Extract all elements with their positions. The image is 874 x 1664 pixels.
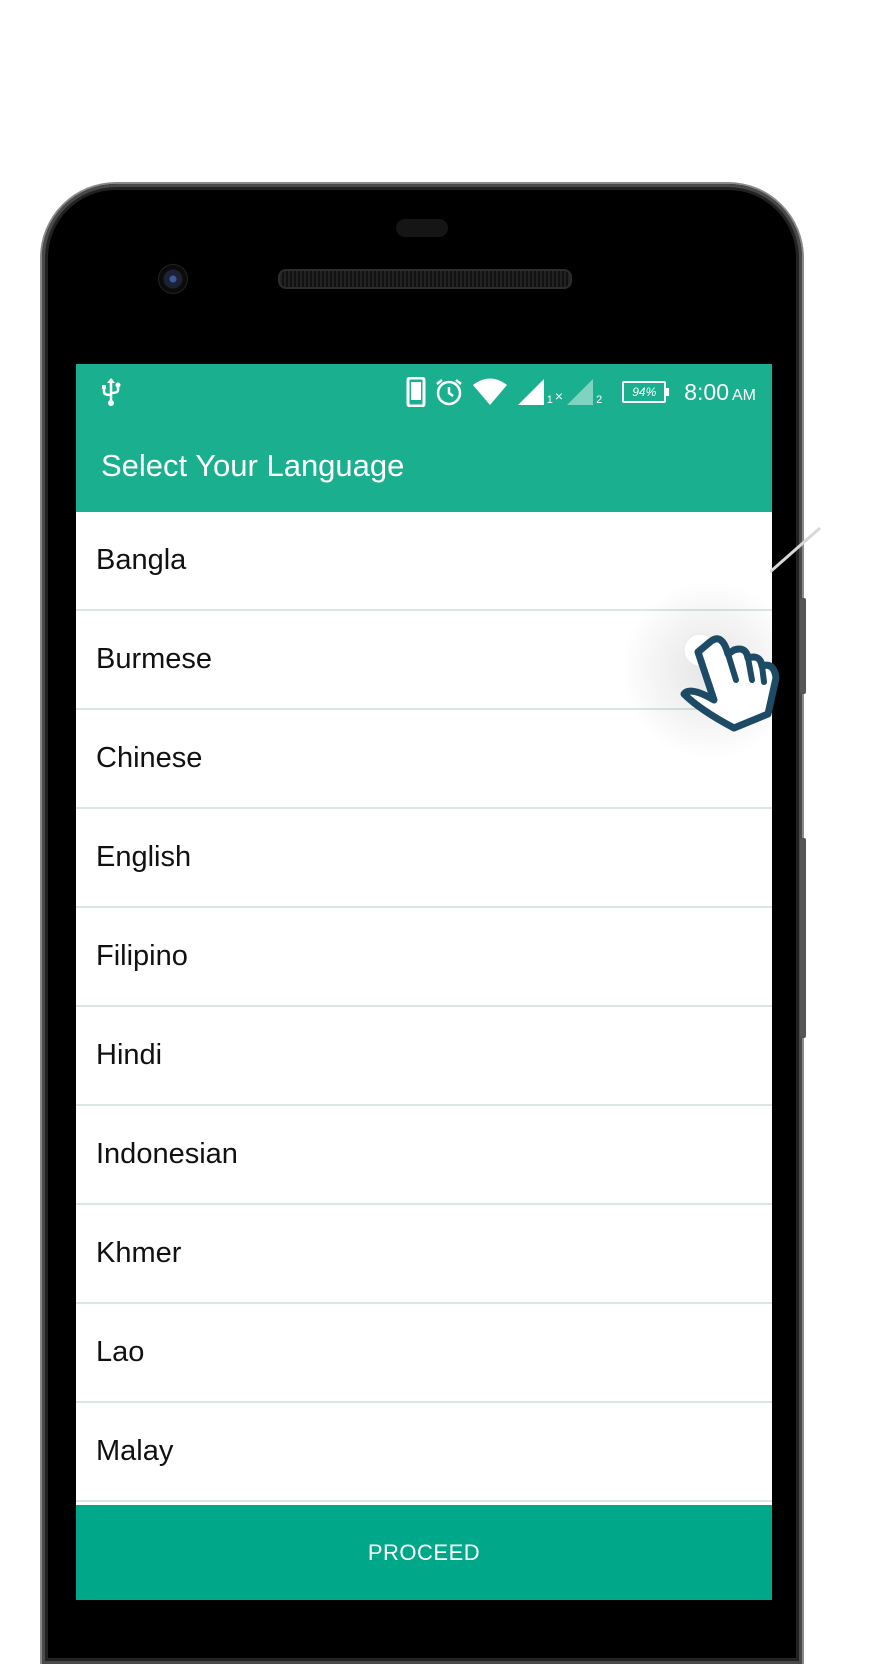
signal-1-icon	[517, 379, 544, 405]
language-item-khmer[interactable]: Khmer	[76, 1205, 772, 1304]
app-bar: Select Your Language	[76, 420, 772, 512]
clock-time: 8:00	[684, 378, 729, 405]
earpiece-speaker	[278, 269, 572, 289]
alarm-icon	[436, 379, 462, 406]
battery-indicator: 94%	[622, 381, 670, 403]
sim2-label: 2	[596, 394, 603, 406]
page-title: Select Your Language	[101, 448, 405, 483]
no-data-icon: ×	[554, 388, 564, 404]
tap-hand-icon	[680, 633, 780, 732]
status-bar: 1 × 2 94% 8:00 AM	[76, 364, 772, 420]
volume-button	[800, 838, 806, 1038]
language-item-malay[interactable]: Malay	[76, 1403, 772, 1502]
sim1-label: 1	[546, 394, 553, 406]
app-screen: 1 × 2 94% 8:00 AM Select Your Language B…	[76, 364, 772, 1600]
wifi-icon	[472, 378, 507, 405]
language-item-filipino[interactable]: Filipino	[76, 908, 772, 1007]
proximity-sensor	[396, 219, 448, 237]
front-camera	[158, 264, 188, 294]
decorative-line	[770, 526, 821, 574]
language-item-english[interactable]: English	[76, 809, 772, 908]
language-item-lao[interactable]: Lao	[76, 1304, 772, 1403]
power-button	[800, 598, 806, 694]
clock-ampm: AM	[732, 386, 756, 404]
proceed-button[interactable]: PROCEED	[76, 1505, 772, 1600]
signal-2-icon	[567, 379, 594, 405]
phone-icon	[406, 377, 426, 407]
language-item-indonesian[interactable]: Indonesian	[76, 1106, 772, 1205]
usb-icon	[102, 378, 121, 406]
language-item-hindi[interactable]: Hindi	[76, 1007, 772, 1106]
